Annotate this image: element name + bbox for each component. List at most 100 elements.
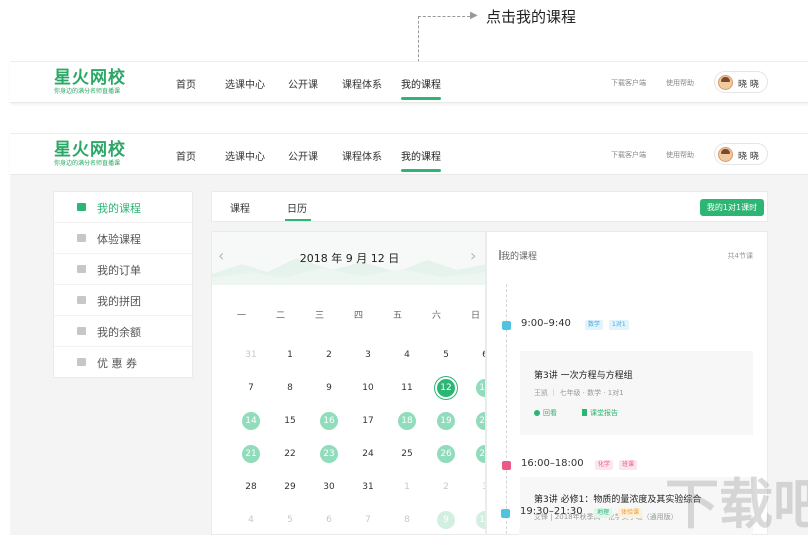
calendar-day[interactable]: 9: [320, 379, 338, 397]
sidebar-item-label: 我的余额: [97, 326, 141, 339]
help-link[interactable]: 使用帮助: [666, 150, 694, 160]
calendar-day[interactable]: 15: [281, 412, 299, 430]
nav-home[interactable]: 首页: [176, 148, 196, 163]
nav-my-courses[interactable]: 我的课程: [401, 76, 441, 91]
calendar-day[interactable]: 7: [242, 379, 260, 397]
calendar-day[interactable]: 2: [320, 346, 338, 364]
nav-my-courses[interactable]: 我的课程: [401, 148, 441, 163]
one-on-one-hours-button[interactable]: 我的1对1课时: [700, 199, 764, 216]
avatar: [718, 147, 733, 162]
calendar-day[interactable]: 29: [281, 478, 299, 496]
weekday-label: 六: [431, 311, 441, 321]
calendar-day[interactable]: 27: [476, 445, 485, 463]
calendar-day[interactable]: 6: [476, 346, 485, 364]
calendar-day[interactable]: 30: [320, 478, 338, 496]
sidebar-item-group-buy[interactable]: 我的拼团: [54, 285, 192, 316]
arrow-right-icon: ▶: [470, 10, 478, 21]
calendar-day[interactable]: 16: [320, 412, 338, 430]
calendar-day[interactable]: 8: [398, 511, 416, 529]
calendar-day[interactable]: 28: [242, 478, 260, 496]
class-type-tag: 班课: [619, 460, 638, 470]
course-icon: [77, 203, 86, 211]
sidebar-item-coupons[interactable]: 优 惠 券: [54, 347, 192, 378]
nav-home[interactable]: 首页: [176, 76, 196, 91]
user-menu[interactable]: 晓 晓: [714, 71, 768, 93]
calendar-day[interactable]: 26: [437, 445, 455, 463]
calendar-day[interactable]: 7: [359, 511, 377, 529]
calendar-day[interactable]: 13: [476, 379, 485, 397]
nav-course-center[interactable]: 选课中心: [225, 76, 265, 91]
nav-open-class[interactable]: 公开课: [288, 76, 318, 91]
calendar-day[interactable]: 4: [398, 346, 416, 364]
calendar-day[interactable]: 10: [359, 379, 377, 397]
sidebar-item-orders[interactable]: 我的订单: [54, 254, 192, 285]
download-client-link[interactable]: 下载客户端: [611, 78, 646, 88]
sidebar-item-my-courses[interactable]: 我的课程: [54, 192, 192, 223]
calendar-day[interactable]: 14: [242, 412, 260, 430]
replay-link[interactable]: 回看: [534, 408, 557, 418]
weekday-label: 一: [236, 311, 246, 321]
calendar-day[interactable]: 23: [320, 445, 338, 463]
calendar-day[interactable]: 20: [476, 412, 485, 430]
calendar-day[interactable]: 5: [437, 346, 455, 364]
annotation-text: 点击我的课程: [486, 8, 577, 26]
sidebar-item-label: 我的课程: [97, 202, 141, 215]
calendar-day[interactable]: 24: [359, 445, 377, 463]
order-icon: [77, 265, 86, 273]
nav-course-system[interactable]: 课程体系: [342, 76, 382, 91]
calendar-day[interactable]: 5: [281, 511, 299, 529]
calendar-day[interactable]: 4: [242, 511, 260, 529]
nav-course-system[interactable]: 课程体系: [342, 148, 382, 163]
calendar-day[interactable]: 2: [437, 478, 455, 496]
calendar-day[interactable]: 6: [320, 511, 338, 529]
class-report-link[interactable]: 课堂报告: [582, 408, 618, 418]
user-menu[interactable]: 晓 晓: [714, 143, 768, 165]
calendar-day[interactable]: 19: [437, 412, 455, 430]
calendar-day[interactable]: 1: [398, 478, 416, 496]
site-logo[interactable]: 星火网校 你身边的满分名师直播课: [54, 68, 126, 96]
top-navbar: 星火网校 你身边的满分名师直播课 首页 选课中心 公开课 课程体系 我的课程 下…: [10, 61, 808, 103]
lesson-time: 16:00–18:00: [521, 458, 584, 469]
subject-tag: 数学: [585, 320, 604, 330]
logo-title: 星火网校: [54, 68, 126, 88]
lesson-meta: 王凯 ｜ 七年级 · 数学 · 1对1: [534, 389, 624, 397]
calendar-day[interactable]: 17: [359, 412, 377, 430]
calendar-day[interactable]: 3: [476, 478, 485, 496]
weekday-label: 五: [392, 311, 402, 321]
lesson-time: 9:00–9:40: [521, 318, 571, 329]
site-logo[interactable]: 星火网校 你身边的满分名师直播课: [54, 140, 126, 168]
lesson-card[interactable]: 第3讲 一次方程与方程组 王凯 ｜ 七年级 · 数学 · 1对1 回看 课堂报告: [520, 351, 753, 435]
help-link[interactable]: 使用帮助: [666, 78, 694, 88]
next-month-chevron-icon[interactable]: ›: [470, 248, 476, 264]
sidebar-item-label: 我的订单: [97, 264, 141, 277]
calendar-day[interactable]: 1: [281, 346, 299, 364]
sidebar-item-trial-courses[interactable]: 体验课程: [54, 223, 192, 254]
calendar-day[interactable]: 11: [398, 379, 416, 397]
tab-calendar[interactable]: 日历: [287, 200, 307, 215]
calendar-day[interactable]: 18: [398, 412, 416, 430]
subject-tag: 化学: [595, 460, 614, 470]
calendar-day[interactable]: 3: [359, 346, 377, 364]
calendar-day[interactable]: 31: [242, 346, 260, 364]
nav-course-center[interactable]: 选课中心: [225, 148, 265, 163]
weekday-label: 日: [470, 311, 480, 321]
calendar-day-selected[interactable]: 12: [437, 379, 455, 397]
sidebar-item-label: 体验课程: [97, 233, 141, 246]
nav-open-class[interactable]: 公开课: [288, 148, 318, 163]
calendar-day[interactable]: 10: [476, 511, 485, 529]
sidebar-item-balance[interactable]: 我的余额: [54, 316, 192, 347]
calendar-day[interactable]: 21: [242, 445, 260, 463]
tab-courses[interactable]: 课程: [230, 200, 250, 215]
logo-slogan: 你身边的满分名师直播课: [54, 88, 121, 95]
coupon-icon: [77, 358, 86, 366]
calendar-date-title: 2018 年 9 月 12 日: [299, 252, 400, 265]
calendar-day[interactable]: 31: [359, 478, 377, 496]
tab-active-indicator: [285, 219, 311, 221]
download-client-link[interactable]: 下载客户端: [611, 150, 646, 160]
schedule-title: 我的课程: [501, 252, 538, 262]
calendar-day[interactable]: 9: [437, 511, 455, 529]
calendar-day[interactable]: 8: [281, 379, 299, 397]
calendar-day[interactable]: 25: [398, 445, 416, 463]
annotation-dashed-line: [418, 16, 419, 62]
calendar-day[interactable]: 22: [281, 445, 299, 463]
